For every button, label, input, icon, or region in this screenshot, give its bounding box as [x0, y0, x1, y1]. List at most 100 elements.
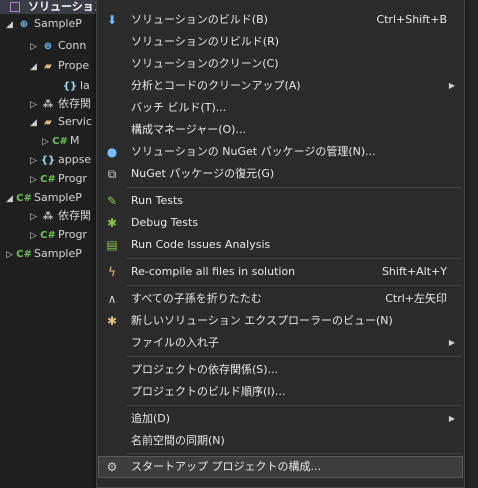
tree-item-program-1[interactable]: ▷ C# Progr: [30, 169, 87, 189]
menu-item-label: 構成マネージャー(O)...: [131, 123, 246, 136]
run-tests-icon: ✎: [106, 194, 118, 208]
tree-item-dependencies[interactable]: ▷ ⁂ 依存関: [30, 94, 91, 114]
settings-file-icon: {}: [40, 155, 56, 166]
menu-item-label: 追加(D): [131, 412, 171, 425]
menu-item-run-tests[interactable]: ✎ Run Tests: [98, 190, 463, 212]
collapsed-arrow-icon[interactable]: ▷: [42, 132, 52, 152]
tree-item-project-3[interactable]: ▷ C# SampleP: [6, 244, 82, 264]
expanded-arrow-icon[interactable]: ◢: [6, 15, 16, 35]
menu-item-manage-nuget[interactable]: ● ソリューションの NuGet パッケージの管理(N)...: [98, 141, 463, 163]
tree-item-service-file[interactable]: ▷ C# M: [42, 131, 80, 151]
tree-item-label: Prope: [58, 59, 90, 72]
csharp-project-icon: C#: [16, 249, 32, 260]
menu-separator: [127, 405, 461, 406]
debug-tests-icon: ✱: [106, 216, 118, 230]
menu-item-build-order[interactable]: プロジェクトのビルド順序(I)...: [98, 381, 463, 403]
menu-item-label: Re-compile all files in solution: [131, 265, 296, 278]
submenu-arrow-icon: ▶: [448, 338, 455, 347]
tree-item-launchsettings[interactable]: {} la: [52, 76, 90, 96]
tree-item-label: appse: [58, 153, 92, 166]
nuget-icon: ●: [106, 145, 118, 159]
menu-item-file-nesting[interactable]: ファイルの入れ子 ▶: [98, 332, 463, 354]
menu-separator: [127, 356, 461, 357]
submenu-arrow-icon: ▶: [448, 81, 455, 90]
collapsed-arrow-icon[interactable]: ▷: [6, 245, 16, 265]
menu-item-new-explorer-view[interactable]: ✱ 新しいソリューション エクスプローラーのビュー(N): [98, 310, 463, 332]
tree-item-label: Progr: [58, 172, 87, 185]
menu-item-label: スタートアップ プロジェクトの構成...: [131, 460, 321, 473]
tree-item-label: 依存関: [58, 97, 91, 110]
tree-item-services[interactable]: ◢ ▰ Servic: [30, 112, 92, 132]
folder-icon: ▰: [44, 117, 52, 128]
menu-separator: [127, 453, 461, 454]
menu-item-label: すべての子孫を折りたたむ: [131, 292, 262, 305]
collapsed-arrow-icon[interactable]: ▷: [30, 207, 40, 227]
menu-item-debug-tests[interactable]: ✱ Debug Tests: [98, 212, 463, 234]
menu-item-label: プロジェクトのビルド順序(I)...: [131, 385, 286, 398]
submenu-arrow-icon: ▶: [448, 414, 455, 423]
tree-item-project-2[interactable]: ◢ C# SampleP: [6, 188, 82, 208]
build-icon: ⬇: [106, 13, 118, 27]
menu-item-configure-startup-projects[interactable]: ⚙ スタートアップ プロジェクトの構成...: [98, 456, 463, 478]
menu-item-shortcut: Ctrl+左矢印: [385, 292, 447, 305]
tree-item-label: SampleP: [34, 247, 82, 260]
tree-item-label: SampleP: [34, 17, 82, 30]
menu-item-rebuild-solution[interactable]: ソリューションのリビルド(R): [98, 31, 463, 53]
menu-item-batch-build[interactable]: バッチ ビルド(T)...: [98, 97, 463, 119]
menu-item-label: プロジェクトの依存関係(S)...: [131, 363, 279, 376]
tree-item-label: Progr: [58, 228, 87, 241]
collapse-icon: ∧: [107, 292, 117, 306]
menu-item-label: Run Tests: [131, 194, 183, 207]
collapsed-arrow-icon[interactable]: ▷: [30, 37, 40, 57]
menu-item-sync-namespaces[interactable]: 名前空間の同期(N): [98, 430, 463, 452]
collapsed-arrow-icon[interactable]: ▷: [30, 151, 40, 171]
menu-item-analyze-cleanup[interactable]: 分析とコードのクリーンアップ(A) ▶: [98, 75, 463, 97]
menu-item-project-dependencies[interactable]: プロジェクトの依存関係(S)...: [98, 359, 463, 381]
expanded-arrow-icon[interactable]: ◢: [30, 57, 40, 77]
menu-item-configuration-manager[interactable]: 構成マネージャー(O)...: [98, 119, 463, 141]
menu-item-label: バッチ ビルド(T)...: [131, 101, 227, 114]
menu-item-collapse-all[interactable]: ∧ すべての子孫を折りたたむ Ctrl+左矢印: [98, 288, 463, 310]
menu-item-label: Run Code Issues Analysis: [131, 238, 271, 251]
properties-folder-icon: ▰: [44, 61, 52, 72]
new-view-icon: ✱: [106, 314, 118, 328]
menu-item-label: Debug Tests: [131, 216, 199, 229]
tree-item-appsettings[interactable]: ▷{} appse: [30, 150, 91, 170]
expanded-arrow-icon[interactable]: ◢: [6, 189, 16, 209]
collapsed-arrow-icon[interactable]: ▷: [30, 226, 40, 246]
globe-project-icon: ⊕: [19, 19, 29, 30]
menu-separator: [127, 285, 461, 286]
csharp-file-icon: C#: [40, 230, 56, 241]
tree-item-label: SampleP: [34, 191, 82, 204]
menu-item-recompile[interactable]: ϟ Re-compile all files in solution Shift…: [98, 261, 463, 283]
tree-item-project-1[interactable]: ◢ ⊕ SampleP: [6, 14, 82, 34]
menu-item-build-solution[interactable]: ⬇ ソリューションのビルド(B) Ctrl+Shift+B: [98, 9, 463, 31]
menu-item-restore-nuget[interactable]: ⧉ NuGet パッケージの復元(G): [98, 163, 463, 185]
menu-item-label: ソリューションの NuGet パッケージの管理(N)...: [131, 145, 376, 158]
tree-item-program-2[interactable]: ▷ C# Progr: [30, 225, 87, 245]
solution-icon: [10, 2, 20, 12]
collapsed-arrow-icon[interactable]: ▷: [30, 170, 40, 190]
menu-item-shortcut: Shift+Alt+Y: [381, 265, 447, 278]
menu-item-label: 名前空間の同期(N): [131, 434, 225, 447]
expanded-arrow-icon[interactable]: ◢: [30, 113, 40, 133]
menu-item-run-code-issues[interactable]: ▤ Run Code Issues Analysis: [98, 234, 463, 256]
menu-item-label: 分析とコードのクリーンアップ(A): [131, 79, 301, 92]
tree-item-properties[interactable]: ◢ ▰ Prope: [30, 56, 89, 76]
tree-item-label: Servic: [58, 115, 92, 128]
menu-item-label: ソリューションのクリーン(C): [131, 57, 279, 70]
menu-item-label: 新しいソリューション エクスプローラーのビュー(N): [131, 314, 393, 327]
recompile-icon: ϟ: [108, 265, 116, 279]
menu-item-clean-solution[interactable]: ソリューションのクリーン(C): [98, 53, 463, 75]
side-panel-strip: [465, 0, 478, 488]
connected-services-icon: ⊛: [43, 41, 53, 52]
menu-item-label: ソリューションのビルド(B): [131, 13, 268, 26]
context-menu: ⬇ ソリューションのビルド(B) Ctrl+Shift+B ソリューションのリビ…: [96, 0, 465, 488]
tree-item-dependencies-2[interactable]: ▷ ⁂ 依存関: [30, 206, 91, 226]
csharp-file-icon: C#: [52, 136, 68, 147]
menu-item-label: NuGet パッケージの復元(G): [131, 167, 275, 180]
tree-item-label: la: [80, 79, 90, 92]
tree-item-connected-services[interactable]: ▷ ⊛ Conn: [30, 36, 86, 56]
menu-item-add[interactable]: 追加(D) ▶: [98, 408, 463, 430]
tree-item-label: 依存関: [58, 209, 91, 222]
